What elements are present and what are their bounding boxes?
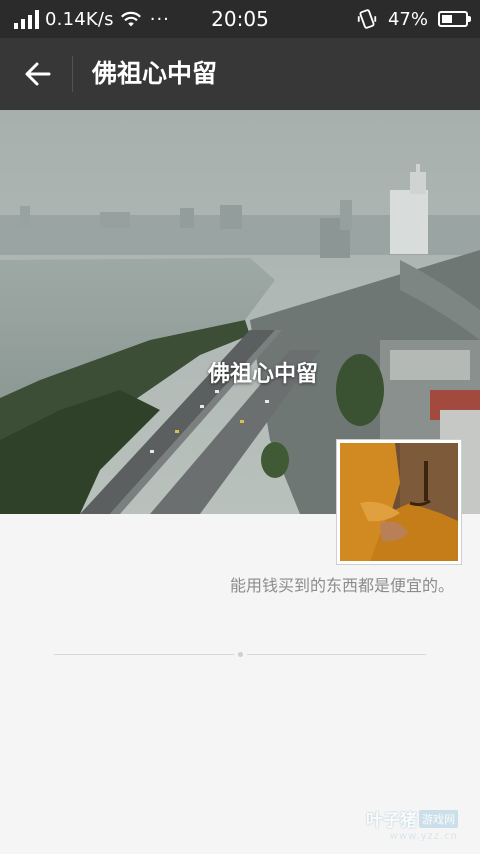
title-bar: 佛祖心中留 bbox=[0, 38, 480, 110]
back-button[interactable] bbox=[16, 52, 60, 96]
status-bar: 0.14K/s ··· 20:05 47% bbox=[0, 0, 480, 38]
separator-dot bbox=[238, 652, 243, 657]
watermark-logo: 叶子猪 游戏网 www.yzz.cn bbox=[366, 806, 458, 842]
watermark-brand: 叶子猪 bbox=[366, 811, 417, 831]
title-divider bbox=[72, 56, 73, 92]
page-title: 佛祖心中留 bbox=[92, 59, 218, 88]
vibrate-icon bbox=[357, 9, 377, 29]
avatar[interactable] bbox=[336, 439, 462, 565]
back-arrow-icon bbox=[25, 62, 51, 86]
watermark-url: www.yzz.cn bbox=[389, 831, 458, 842]
watermark-tag: 游戏网 bbox=[419, 809, 458, 828]
battery-icon bbox=[438, 11, 471, 27]
timeline-separator bbox=[54, 652, 426, 657]
cover-username: 佛祖心中留 bbox=[207, 362, 318, 387]
battery-percent: 47% bbox=[387, 8, 428, 30]
signature-text: 能用钱买到的东西都是便宜的。 bbox=[229, 576, 454, 595]
monk-portrait-image bbox=[340, 443, 458, 561]
